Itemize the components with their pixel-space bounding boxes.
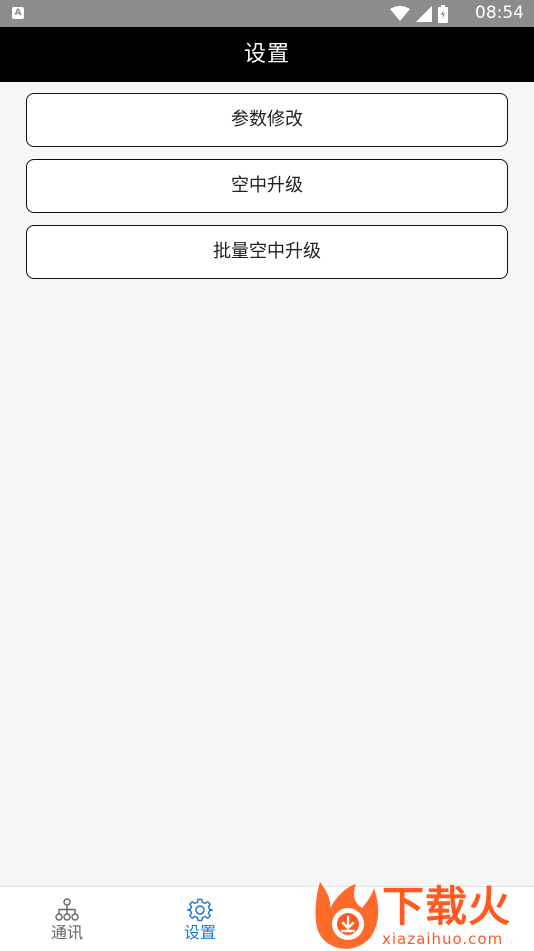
parameter-edit-button[interactable]: 参数修改 — [26, 93, 508, 147]
tab-settings-label: 设置 — [183, 923, 216, 942]
gear-icon — [187, 898, 213, 922]
fire-logo-icon — [315, 882, 379, 949]
tab-communication[interactable]: 通讯 — [2, 887, 132, 951]
status-time: 08:54 — [475, 3, 524, 23]
ota-upgrade-button[interactable]: 空中升级 — [26, 159, 508, 213]
watermark-logo: 下载火 xiazaihuo.com — [312, 878, 534, 950]
status-bar: A 08:54 — [0, 0, 534, 27]
notification-icon: A — [12, 7, 24, 19]
tab-communication-label: 通讯 — [50, 923, 83, 942]
cellular-signal-icon — [416, 6, 432, 22]
settings-list: 参数修改 空中升级 批量空中升级 — [26, 93, 508, 291]
wifi-icon — [390, 6, 410, 21]
watermark-url: xiazaihuo.com — [382, 930, 504, 948]
app-bar: 设置 — [0, 27, 534, 82]
page-title: 设置 — [243, 42, 290, 67]
watermark-title: 下载火 — [382, 882, 512, 931]
batch-ota-upgrade-button[interactable]: 批量空中升级 — [26, 225, 508, 279]
battery-icon — [438, 5, 448, 23]
status-icons — [390, 4, 448, 24]
network-tree-icon — [55, 898, 79, 921]
tab-settings[interactable]: 设置 — [135, 887, 265, 951]
